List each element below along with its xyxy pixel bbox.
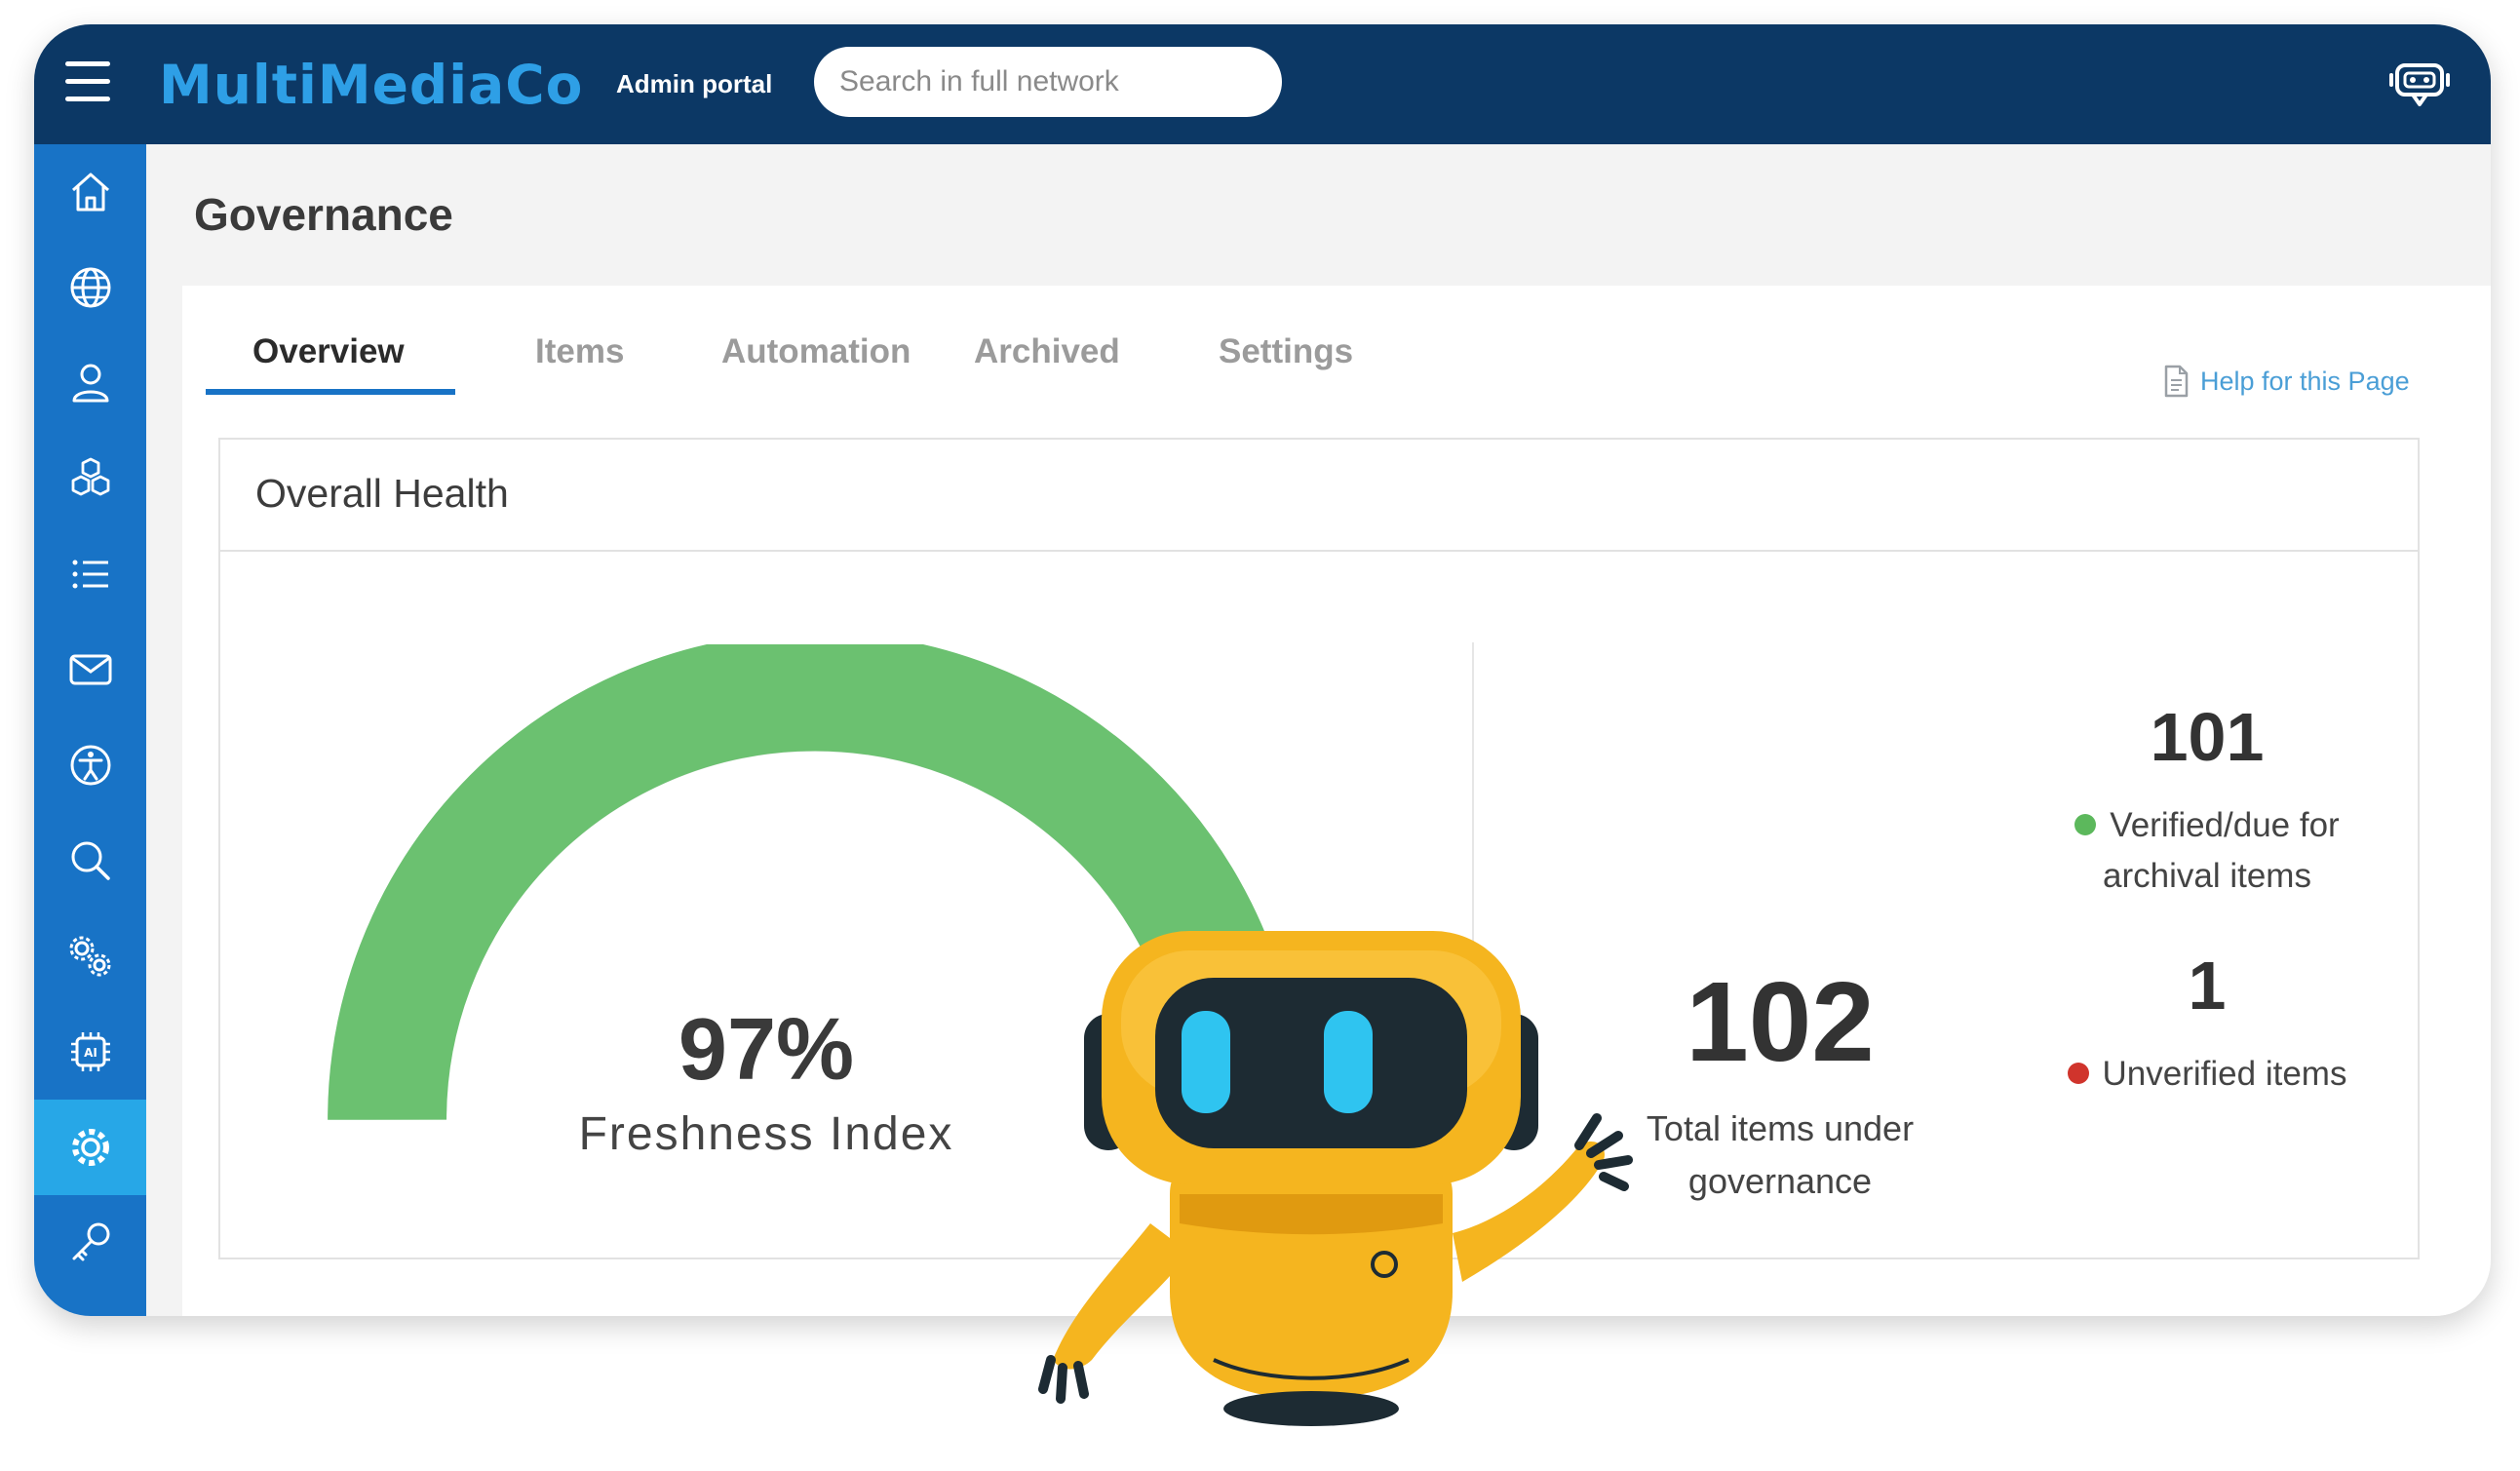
tab-settings[interactable]: Settings (1219, 332, 1353, 371)
portal-label: Admin portal (616, 69, 773, 98)
sidebar-item-home[interactable] (34, 144, 146, 240)
hamburger-menu-icon[interactable] (65, 61, 114, 104)
gear-icon (71, 1129, 109, 1166)
sidebar-item-mail[interactable] (34, 622, 146, 717)
tab-items[interactable]: Items (535, 332, 624, 371)
top-bar: MultiMediaCo Admin portal (34, 24, 2491, 144)
freshness-value: 97% (678, 1001, 855, 1099)
freshness-label: Freshness Index (578, 1108, 954, 1160)
unverified-items-value: 1 (2188, 948, 2227, 1024)
verified-status-dot (2074, 813, 2097, 835)
search-input[interactable] (814, 47, 1282, 117)
sidebar-item-governance[interactable] (34, 1100, 146, 1195)
sidebar-item-settings-gears[interactable] (34, 909, 146, 1004)
verified-items-label: Verified/due for archival items (2012, 800, 2402, 902)
mail-icon (69, 654, 111, 685)
svg-text:AI: AI (84, 1046, 97, 1060)
accessibility-icon (70, 745, 110, 786)
list-icon (72, 560, 108, 589)
verified-items-value: 101 (2150, 699, 2265, 775)
globe-icon (70, 267, 110, 308)
tab-archived[interactable]: Archived (974, 332, 1120, 371)
sidebar-item-cubes[interactable] (34, 431, 146, 526)
tab-automation[interactable]: Automation (721, 332, 911, 371)
robot-mascot-illustration (1038, 931, 1633, 1426)
sidebar-item-key[interactable] (34, 1195, 146, 1291)
ai-chip-icon: AI (70, 1032, 110, 1071)
panel-header: Overall Health (220, 440, 2418, 552)
page-title: Governance (194, 189, 453, 240)
user-icon (72, 364, 108, 403)
verified-items-label-line1: Verified/due for (2110, 806, 2340, 844)
cubes-icon (71, 457, 109, 496)
document-icon (2164, 365, 2189, 398)
key-icon (72, 1222, 109, 1261)
panel-title: Overall Health (255, 471, 509, 516)
search-icon (71, 841, 110, 880)
sidebar-item-list[interactable] (34, 526, 146, 622)
unverified-items-label-text: Unverified items (2102, 1055, 2347, 1093)
help-link-label: Help for this Page (2200, 366, 2410, 396)
brand-logo[interactable]: MultiMediaCo (159, 54, 583, 116)
sidebar-item-search[interactable] (34, 813, 146, 909)
tab-overview[interactable]: Overview (252, 332, 405, 371)
unverified-status-dot (2067, 1062, 2089, 1084)
chatbot-icon[interactable] (2387, 54, 2452, 112)
sidebar-item-user[interactable] (34, 335, 146, 431)
home-icon (71, 173, 109, 212)
help-link[interactable]: Help for this Page (2163, 365, 2410, 398)
verified-items-label-line2: archival items (2103, 857, 2311, 895)
settings-gears-icon (69, 936, 110, 977)
unverified-items-label: Unverified items (2012, 1049, 2402, 1100)
sidebar-item-ai[interactable]: AI (34, 1004, 146, 1100)
sidebar-item-accessibility[interactable] (34, 717, 146, 813)
sidebar-item-globe[interactable] (34, 240, 146, 335)
sidebar: AI (34, 144, 146, 1316)
active-tab-indicator (206, 389, 455, 395)
